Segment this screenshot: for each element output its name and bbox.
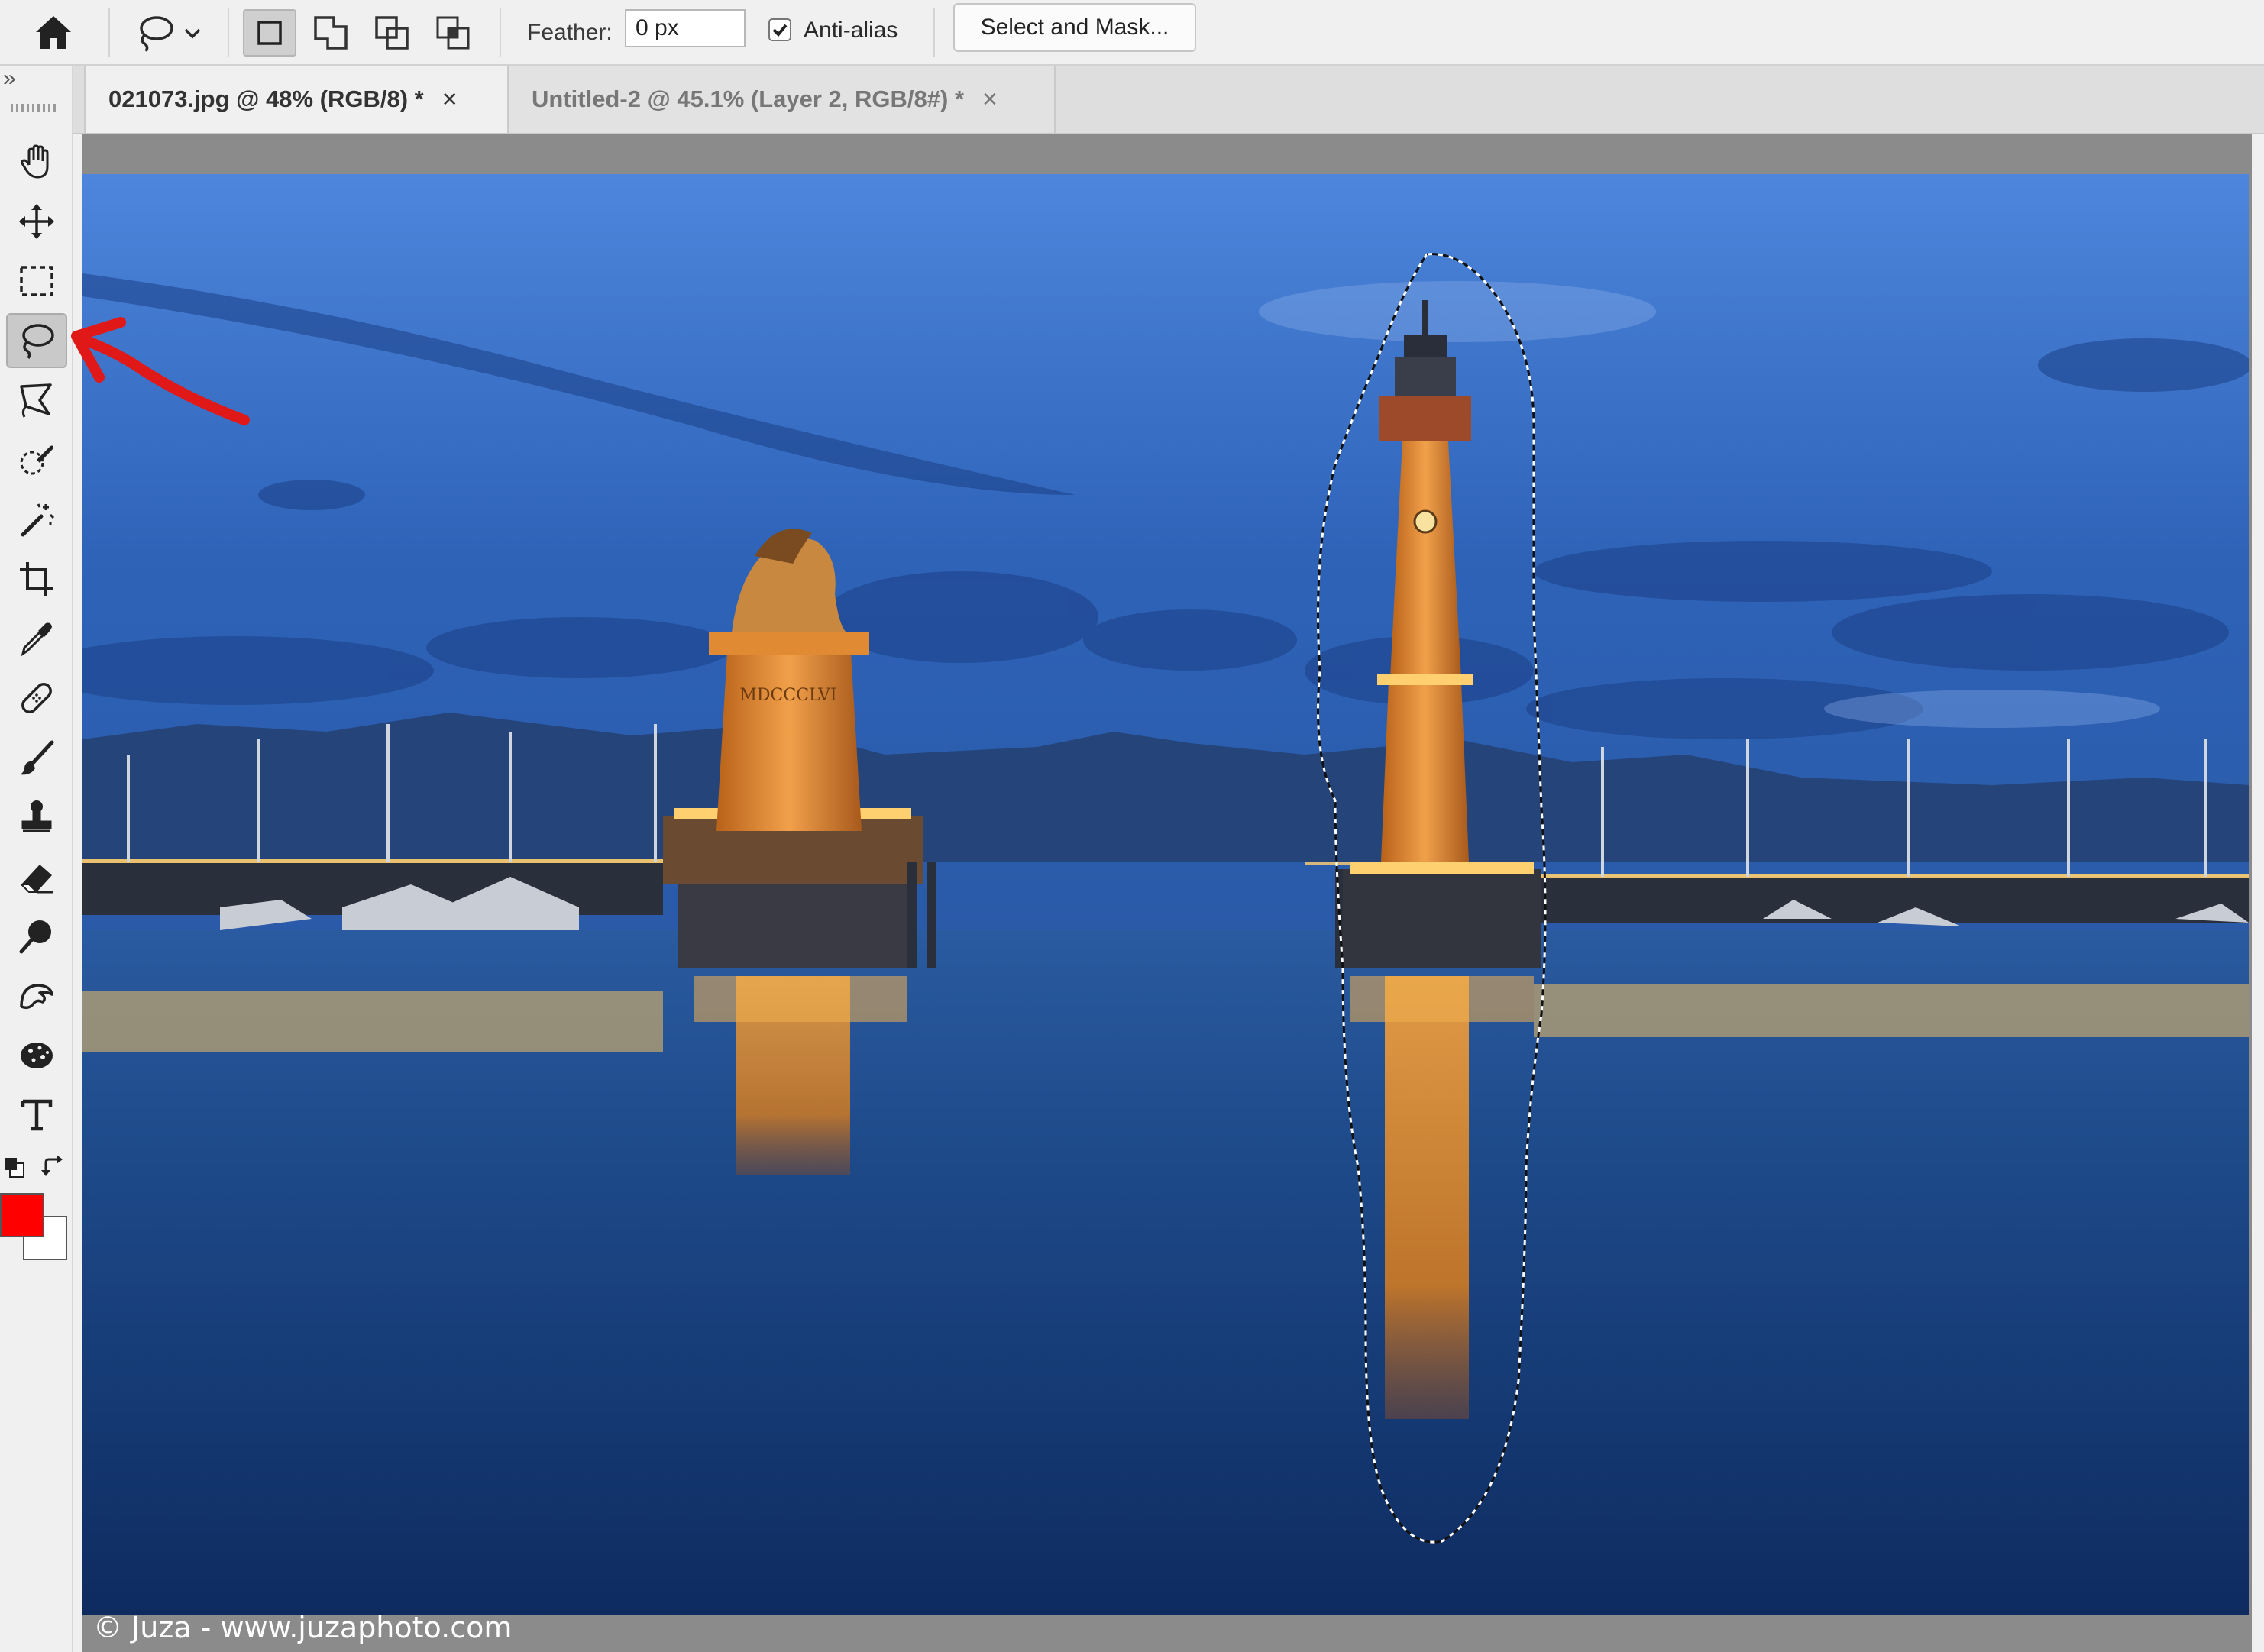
lion-inscription: MDCCCLVI	[739, 686, 836, 705]
lighthouse-reflection	[1385, 976, 1469, 1419]
document-canvas[interactable]: MDCCCLVI © Juza - www.juzaphoto.com	[82, 134, 2252, 1652]
brush-tool[interactable]	[6, 730, 67, 785]
tab-untitled-2[interactable]: Untitled-2 @ 45.1% (Layer 2, RGB/8#) * ×	[509, 66, 1056, 133]
lasso-icon	[140, 16, 173, 52]
quick-selection-tool[interactable]	[6, 432, 67, 487]
clone-stamp-icon	[21, 800, 52, 832]
anti-alias-checkbox[interactable]	[768, 18, 791, 41]
add-to-selection-icon	[314, 16, 348, 50]
separator	[108, 8, 110, 57]
tab-title: 021073.jpg @ 48% (RGB/8) *	[108, 86, 424, 112]
polygonal-lasso-tool[interactable]	[6, 373, 67, 428]
clone-stamp-tool[interactable]	[6, 790, 67, 845]
healing-brush-tool[interactable]	[6, 671, 67, 726]
feather-input[interactable]	[625, 9, 746, 47]
intersect-selection-icon	[436, 16, 470, 50]
photo-lindau-harbor: MDCCCLVI	[82, 174, 2249, 1615]
add-to-selection-button[interactable]	[304, 9, 357, 57]
tab-021073-jpg[interactable]: 021073.jpg @ 48% (RGB/8) * ×	[84, 66, 509, 133]
home-icon	[36, 16, 71, 49]
anti-alias-label: Anti-alias	[804, 18, 898, 43]
default-colors-button[interactable]	[3, 1156, 26, 1179]
type-tool[interactable]	[6, 1088, 67, 1143]
lasso-icon	[22, 324, 54, 359]
document-tab-bar: 021073.jpg @ 48% (RGB/8) * × Untitled-2 …	[73, 66, 2264, 134]
magic-wand-icon	[21, 503, 55, 537]
dodge-icon	[19, 920, 51, 954]
type-icon	[21, 1099, 53, 1131]
close-icon[interactable]: ×	[442, 85, 458, 115]
lasso-tool[interactable]	[6, 313, 67, 368]
marquee-icon	[20, 266, 53, 296]
new-selection-icon	[257, 21, 282, 45]
move-icon	[19, 204, 54, 239]
tools-panel: »	[0, 66, 73, 1652]
magic-wand-tool[interactable]	[6, 492, 67, 547]
foreground-color-swatch[interactable]	[0, 1193, 44, 1237]
eraser-icon	[19, 865, 53, 894]
blur-tool[interactable]	[6, 909, 67, 964]
chevron-down-icon	[184, 28, 201, 39]
photo-credit: © Juza - www.juzaphoto.com	[93, 1611, 513, 1644]
smudge-tool[interactable]	[6, 968, 67, 1023]
brush-icon	[20, 740, 54, 775]
separator	[500, 8, 501, 57]
collapse-panel-icon[interactable]: »	[3, 67, 16, 90]
subtract-from-selection-icon	[375, 16, 409, 50]
eyedropper-icon	[21, 622, 52, 657]
healing-icon	[21, 683, 52, 713]
annotation-arrow	[71, 317, 250, 425]
subtract-from-selection-button[interactable]	[365, 9, 419, 57]
separator	[228, 8, 229, 57]
feather-label: Feather:	[527, 20, 613, 45]
default-colors-icon	[5, 1158, 24, 1178]
crop-tool[interactable]	[6, 551, 67, 606]
close-icon[interactable]: ×	[982, 85, 998, 115]
swap-arrows-icon	[41, 1155, 63, 1176]
swap-colors-button[interactable]	[40, 1153, 66, 1179]
sponge-tool[interactable]	[6, 1028, 67, 1083]
sponge-icon	[21, 1043, 53, 1068]
marquee-tool[interactable]	[6, 254, 67, 309]
options-bar: Feather: Anti-alias Select and Mask...	[0, 0, 2264, 66]
eraser-tool[interactable]	[6, 849, 67, 904]
eyedropper-tool[interactable]	[6, 611, 67, 666]
crop-icon	[20, 562, 53, 596]
checkmark-icon	[772, 24, 788, 37]
tool-preset-picker[interactable]	[122, 0, 214, 66]
home-button[interactable]	[23, 0, 84, 66]
quick-selection-icon	[20, 445, 53, 475]
panel-grip[interactable]	[11, 104, 58, 112]
move-tool[interactable]	[6, 194, 67, 249]
new-selection-button[interactable]	[243, 9, 296, 57]
select-and-mask-button[interactable]: Select and Mask...	[953, 3, 1196, 52]
hand-icon	[21, 144, 49, 179]
intersect-selection-button[interactable]	[426, 9, 480, 57]
smudge-icon	[20, 984, 53, 1010]
tab-title: Untitled-2 @ 45.1% (Layer 2, RGB/8#) *	[532, 86, 965, 112]
polygonal-lasso-icon	[20, 383, 52, 418]
hand-tool[interactable]	[6, 134, 67, 189]
separator	[933, 8, 935, 57]
